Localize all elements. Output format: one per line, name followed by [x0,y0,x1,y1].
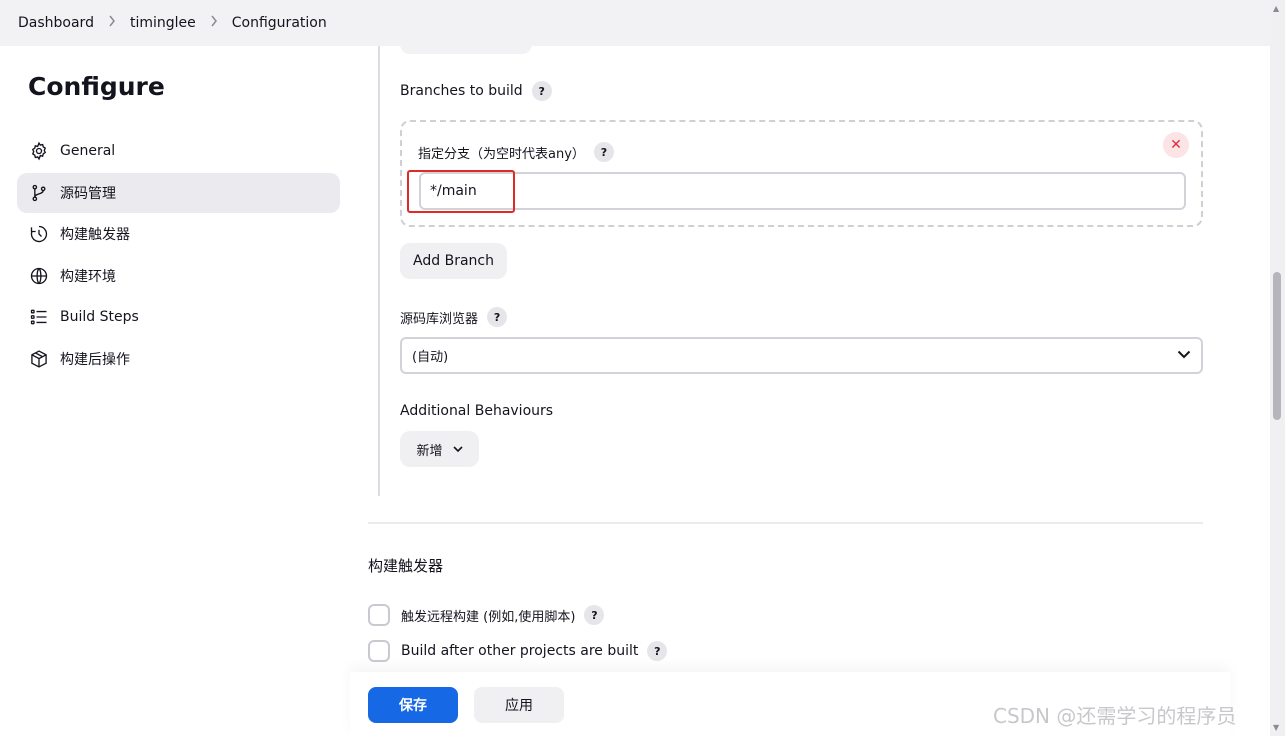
help-icon[interactable]: ? [584,605,605,625]
branch-icon [28,182,50,204]
partial-button[interactable] [400,40,532,54]
sidebar-item-environment[interactable]: 构建环境 [17,256,340,296]
additional-behaviours-label: Additional Behaviours [400,403,554,419]
chevron-right-icon [210,15,218,31]
branch-specifier-text: 指定分支（为空时代表any） [418,146,585,162]
apply-button[interactable]: 应用 [474,687,564,723]
sidebar-item-label: 构建后操作 [60,351,130,368]
sidebar-item-scm[interactable]: 源码管理 [17,172,340,213]
scroll-up-icon[interactable]: ▲ [1273,4,1279,13]
save-button[interactable]: 保存 [368,687,458,723]
branches-to-build-text: Branches to build [400,83,523,99]
package-icon [28,348,50,370]
sidebar-item-build-steps[interactable]: Build Steps [17,297,340,337]
sidebar-item-general[interactable]: General [17,131,340,171]
branch-specifier-box: 指定分支（为空时代表any） ? ✕ [400,120,1203,227]
sidebar-item-triggers[interactable]: 构建触发器 [17,214,340,254]
trigger-after-projects-label: Build after other projects are built [401,643,639,659]
help-icon[interactable]: ? [647,641,668,661]
chevron-down-icon [452,442,463,457]
branches-to-build-label: Branches to build ? [400,81,552,101]
section-divider-line [378,46,380,496]
breadcrumb-dashboard[interactable]: Dashboard [18,15,94,31]
repo-browser-select[interactable]: (自动) [400,337,1203,374]
branch-specifier-input[interactable] [419,172,1186,210]
breadcrumb-configuration[interactable]: Configuration [232,15,327,31]
add-branch-button[interactable]: Add Branch [400,243,507,279]
watermark: CSDN @还需学习的程序员 [993,704,1237,728]
help-icon[interactable]: ? [531,81,552,101]
list-icon [28,306,50,328]
repo-browser-text: 源码库浏览器 [400,311,479,327]
remove-branch-button[interactable]: ✕ [1163,132,1189,158]
trigger-remote-checkbox[interactable] [368,604,390,626]
chevron-right-icon [108,15,116,31]
add-behaviour-dropdown[interactable]: 新增 [400,431,479,467]
sidebar-item-label: 源码管理 [60,185,116,202]
trigger-after-projects-checkbox[interactable] [368,640,390,662]
sidebar-item-label: General [60,143,116,159]
sidebar-item-label: 构建环境 [60,268,116,285]
triggers-section-title: 构建触发器 [368,557,444,575]
help-icon[interactable]: ? [593,142,614,162]
chevron-down-icon [1177,348,1191,363]
repo-browser-label: 源码库浏览器 ? [400,307,508,327]
clock-icon [28,223,50,245]
trigger-remote-label: 触发远程构建 (例如,使用脚本) [401,609,576,625]
breadcrumb: Dashboard timinglee Configuration [0,0,1270,46]
section-divider [368,522,1203,524]
sidebar-item-label: 构建触发器 [60,227,130,244]
vertical-scrollbar[interactable]: ▲ ▼ [1270,0,1285,736]
scroll-down-icon[interactable]: ▼ [1273,723,1279,732]
close-icon: ✕ [1170,137,1182,153]
sidebar-item-label: Build Steps [60,309,139,326]
sidebar-item-post-build[interactable]: 构建后操作 [17,339,340,379]
help-icon[interactable]: ? [487,307,508,327]
scrollbar-thumb[interactable] [1273,272,1281,420]
add-behaviour-label: 新增 [416,443,443,459]
branch-specifier-label: 指定分支（为空时代表any） ? [418,142,614,162]
repo-browser-value: (自动) [412,350,449,365]
globe-icon [28,265,50,287]
gear-icon [28,140,50,162]
page-title: Configure [28,72,165,101]
sidebar: Configure General 源码管理 构建触发器 构建环境 Build … [17,72,340,381]
breadcrumb-project[interactable]: timinglee [130,15,196,31]
trigger-after-projects-option[interactable]: Build after other projects are built ? [368,640,668,662]
trigger-remote-option[interactable]: 触发远程构建 (例如,使用脚本) ? [368,604,605,626]
